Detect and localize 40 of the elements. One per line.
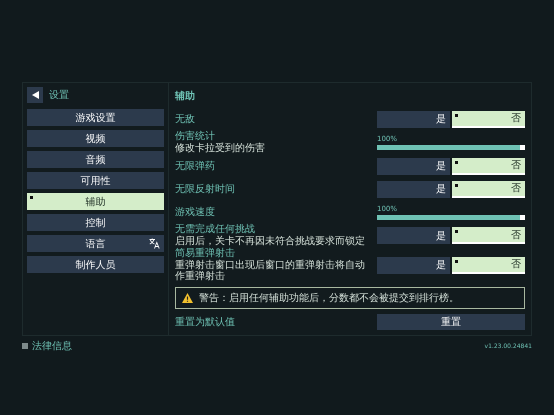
setting-label: 无需完成任何挑战	[175, 224, 256, 235]
setting-description: 启用后，关卡不再因未符合挑战要求而锁定	[175, 236, 366, 247]
back-button[interactable]	[27, 87, 43, 103]
setting-label: 无限弹药	[175, 160, 216, 172]
sidebar-item[interactable]: 语言	[27, 235, 164, 252]
sidebar-item[interactable]: 控制	[27, 214, 164, 231]
toggle-option[interactable]: 是	[377, 158, 450, 174]
slider-thumb[interactable]	[520, 214, 525, 220]
setting-label: 简易重弹射击	[175, 248, 236, 259]
setting-description: 重弹射击窗口出现后窗口的重弹射击将自动作重弹射击	[175, 260, 366, 282]
toggle-option[interactable]: 否	[452, 110, 525, 128]
toggle-option[interactable]: 否	[452, 256, 525, 274]
setting-label: 无敌	[175, 114, 196, 124]
back-arrow-icon	[32, 91, 38, 99]
sidebar-item[interactable]: 视频	[27, 130, 164, 147]
translate-icon	[149, 238, 160, 249]
reset-label: 重置为默认值	[175, 316, 236, 329]
setting-label: 伤害统计	[175, 131, 216, 142]
slider-thumb[interactable]	[520, 145, 525, 150]
toggle-option[interactable]: 是	[377, 227, 450, 244]
warning-text: 警告：启用任何辅助功能后，分数都不会被提交到排行榜。	[199, 292, 459, 305]
toggle-option[interactable]: 是	[377, 256, 450, 274]
toggle-option[interactable]: 是	[377, 180, 450, 198]
warning-icon	[182, 293, 193, 303]
toggle-option[interactable]: 否	[452, 227, 525, 244]
sidebar-item[interactable]: 音频	[27, 151, 164, 168]
toggle-option[interactable]: 否	[452, 180, 525, 198]
sidebar-item[interactable]: 游戏设置	[27, 109, 164, 126]
setting-label: 无限反射时间	[175, 184, 236, 194]
legal-link[interactable]: 法律信息	[32, 339, 72, 353]
toggle-option[interactable]: 是	[377, 110, 450, 128]
section-title: 辅助	[175, 90, 196, 103]
reset-button[interactable]: 重置	[377, 314, 525, 330]
sidebar-item[interactable]: 制作人员	[27, 256, 164, 273]
sidebar-title: 设置	[49, 88, 69, 102]
sidebar-item[interactable]: 可用性	[27, 172, 164, 189]
sidebar-item[interactable]: 辅助	[27, 193, 164, 210]
toggle-option[interactable]: 否	[452, 158, 525, 174]
setting-label: 游戏速度	[175, 206, 216, 218]
setting-description: 修改卡拉受到的伤害	[175, 143, 266, 154]
